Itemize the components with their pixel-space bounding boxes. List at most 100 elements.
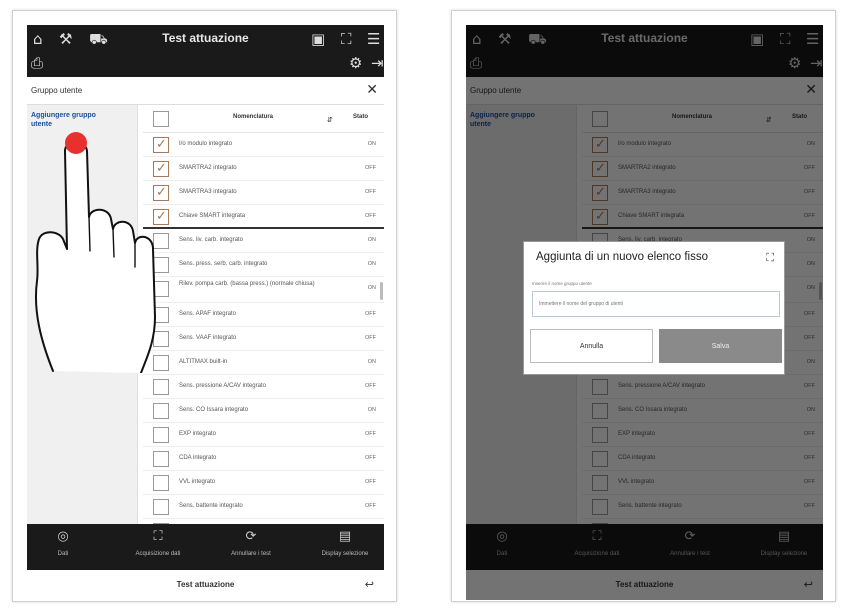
list-item[interactable]: Chiave SMART integrata OFF bbox=[143, 205, 384, 229]
capture-icon: ⛶ bbox=[153, 529, 163, 544]
list-rows: I/o modulo integrato ON SMARTRA2 integrato… bbox=[143, 133, 384, 524]
row-checkbox[interactable] bbox=[153, 281, 169, 297]
list-item[interactable]: CDA integrato OFF bbox=[143, 447, 384, 471]
row-checkbox[interactable] bbox=[153, 257, 169, 273]
row-value: OFF bbox=[365, 479, 376, 485]
row-checkbox[interactable] bbox=[153, 233, 169, 249]
column-header-state: Stato bbox=[353, 114, 368, 120]
screen-left: ⌂ ⚒ ⛟ Test attuazione ▣ ⛶ ☰ ⎙ ⚙ ⇥ Gruppo… bbox=[27, 25, 384, 600]
dialog-title: Aggiunta di un nuovo elenco fisso bbox=[536, 251, 708, 263]
group-name-input[interactable] bbox=[532, 291, 780, 317]
row-checkbox[interactable] bbox=[153, 403, 169, 419]
row-name: I/o modulo integrato bbox=[179, 141, 233, 147]
row-value: ON bbox=[367, 237, 376, 243]
connection-icon[interactable]: ▣ bbox=[311, 31, 325, 47]
row-name: Sens. VAAF integrato bbox=[179, 335, 237, 341]
tablet-left: ⌂ ⚒ ⛟ Test attuazione ▣ ⛶ ☰ ⎙ ⚙ ⇥ Gruppo… bbox=[12, 10, 397, 602]
row-checkbox[interactable] bbox=[153, 355, 169, 371]
row-name: Sens. APAF integrato bbox=[179, 311, 236, 317]
screen-right: ⌂ ⚒ ⛟ Test attuazione ▣ ⛶ ☰ ⎙ ⚙ ⇥ Gruppo… bbox=[466, 25, 823, 600]
row-name: VVL integrato bbox=[179, 479, 216, 485]
top-bar: ⌂ ⚒ ⛟ Test attuazione ▣ ⛶ ☰ ⎙ ⚙ ⇥ bbox=[27, 25, 384, 77]
add-list-dialog: Aggiunta di un nuovo elenco fisso ⛶ Inse… bbox=[523, 241, 785, 375]
list-item[interactable]: Sens. liv. carb. integrato ON bbox=[143, 229, 384, 253]
row-checkbox[interactable] bbox=[153, 137, 169, 153]
row-checkbox[interactable] bbox=[153, 307, 169, 323]
row-value: OFF bbox=[365, 213, 376, 219]
list-item[interactable]: Rilev. pompa carb. (bassa press.) (norma… bbox=[143, 277, 384, 303]
settings-icon[interactable]: ⚙ bbox=[349, 55, 362, 71]
row-checkbox[interactable] bbox=[153, 185, 169, 201]
print-icon[interactable]: ⎙ bbox=[31, 55, 43, 71]
bottom-button-1[interactable]: ◎ Dati bbox=[27, 529, 99, 557]
list-item[interactable]: Sens. battente integrato OFF bbox=[143, 495, 384, 519]
row-checkbox[interactable] bbox=[153, 427, 169, 443]
group-sidebar: Aggiungere gruppo utente bbox=[27, 105, 138, 524]
bottom-button-2[interactable]: ⛶ Acquisizione dati bbox=[122, 529, 194, 557]
row-name: SMARTRA3 integrato bbox=[179, 189, 237, 195]
sort-icon[interactable]: ⇵ bbox=[327, 116, 333, 124]
list-header: Nomenclatura ⇵ Stato bbox=[143, 105, 384, 133]
cancel-button[interactable]: Annulla bbox=[530, 329, 653, 363]
footer-title: Test attuazione bbox=[176, 580, 235, 589]
row-value: OFF bbox=[365, 189, 376, 195]
tablet-right: ⌂ ⚒ ⛟ Test attuazione ▣ ⛶ ☰ ⎙ ⚙ ⇥ Gruppo… bbox=[451, 10, 836, 602]
list-item[interactable]: Sens. APAF integrato OFF bbox=[143, 303, 384, 327]
list-item[interactable]: Sens. CO Issara integrato ON bbox=[143, 399, 384, 423]
back-icon[interactable]: ↩ bbox=[365, 578, 374, 591]
row-name: ALTITMAX built-in bbox=[179, 359, 228, 365]
list-item[interactable]: I/o modulo integrato ON bbox=[143, 133, 384, 157]
scrollbar[interactable] bbox=[380, 282, 383, 300]
row-name: CDA integrato bbox=[179, 455, 217, 461]
close-icon[interactable]: ✕ bbox=[366, 82, 378, 98]
bottom-button-4[interactable]: ▤ Display selezione bbox=[309, 529, 381, 557]
bottom-button-label: Annullare i test bbox=[231, 551, 271, 557]
row-checkbox[interactable] bbox=[153, 209, 169, 225]
fullscreen-icon[interactable]: ⛶ bbox=[341, 31, 352, 47]
menu-icon[interactable]: ☰ bbox=[367, 31, 380, 47]
row-name: Sens. CO Issara integrato bbox=[179, 407, 249, 413]
group-name-label: Inserire il nome gruppo utente bbox=[532, 281, 592, 286]
row-value: OFF bbox=[365, 455, 376, 461]
bottom-bar: ◎ Dati ⛶ Acquisizione dati ⟳ Annullare i test… bbox=[27, 524, 384, 570]
list-item[interactable]: SMARTRA2 integrato OFF bbox=[143, 157, 384, 181]
row-name: Sens. liv. carb. integrato bbox=[179, 237, 243, 243]
bottom-button-3[interactable]: ⟳ Annullare i test bbox=[215, 529, 287, 557]
exit-icon[interactable]: ⇥ bbox=[371, 55, 384, 71]
row-value: OFF bbox=[365, 335, 376, 341]
row-value: OFF bbox=[365, 165, 376, 171]
bottom-button-label: Acquisizione dati bbox=[135, 551, 181, 557]
row-checkbox[interactable] bbox=[153, 331, 169, 347]
list-item[interactable]: VVL integrato OFF bbox=[143, 471, 384, 495]
row-name: Sens. press. serb. carb. integrato bbox=[179, 261, 268, 267]
bottom-button-label: Display selezione bbox=[321, 551, 369, 557]
row-value: OFF bbox=[365, 503, 376, 509]
user-group-panel: Gruppo utente ✕ Aggiungere gruppo utente… bbox=[27, 77, 384, 524]
list-item[interactable]: EXP integrato OFF bbox=[143, 423, 384, 447]
list-item[interactable]: Sens. pressione A/CAV integrato OFF bbox=[143, 375, 384, 399]
display-icon: ▤ bbox=[338, 529, 352, 544]
expand-icon[interactable]: ⛶ bbox=[766, 251, 774, 265]
list-item[interactable]: Sens. press. serb. carb. integrato ON bbox=[143, 253, 384, 277]
data-icon: ◎ bbox=[57, 529, 69, 544]
row-name: Rilev. pompa carb. (bassa press.) (norma… bbox=[179, 281, 315, 287]
row-checkbox[interactable] bbox=[153, 451, 169, 467]
row-checkbox[interactable] bbox=[153, 379, 169, 395]
row-name: Sens. battente integrato bbox=[179, 503, 243, 509]
row-value: OFF bbox=[365, 431, 376, 437]
row-value: ON bbox=[367, 141, 376, 147]
add-user-group-link[interactable]: Aggiungere gruppo utente bbox=[31, 111, 111, 129]
list-item[interactable]: SMARTRA3 integrato OFF bbox=[143, 181, 384, 205]
save-button[interactable]: Salva bbox=[659, 329, 782, 363]
list-item[interactable]: Sens. VAAF integrato OFF bbox=[143, 327, 384, 351]
item-list: Nomenclatura ⇵ Stato I/o modulo integrat… bbox=[143, 105, 384, 524]
select-all-checkbox[interactable] bbox=[153, 111, 169, 127]
row-checkbox[interactable] bbox=[153, 499, 169, 515]
row-checkbox[interactable] bbox=[153, 161, 169, 177]
refresh-icon: ⟳ bbox=[245, 529, 257, 544]
panel-header: Gruppo utente ✕ bbox=[27, 77, 384, 105]
row-value: ON bbox=[367, 359, 376, 365]
list-item[interactable]: ALTITMAX built-in ON bbox=[143, 351, 384, 375]
row-checkbox[interactable] bbox=[153, 475, 169, 491]
row-value: ON bbox=[367, 407, 376, 413]
